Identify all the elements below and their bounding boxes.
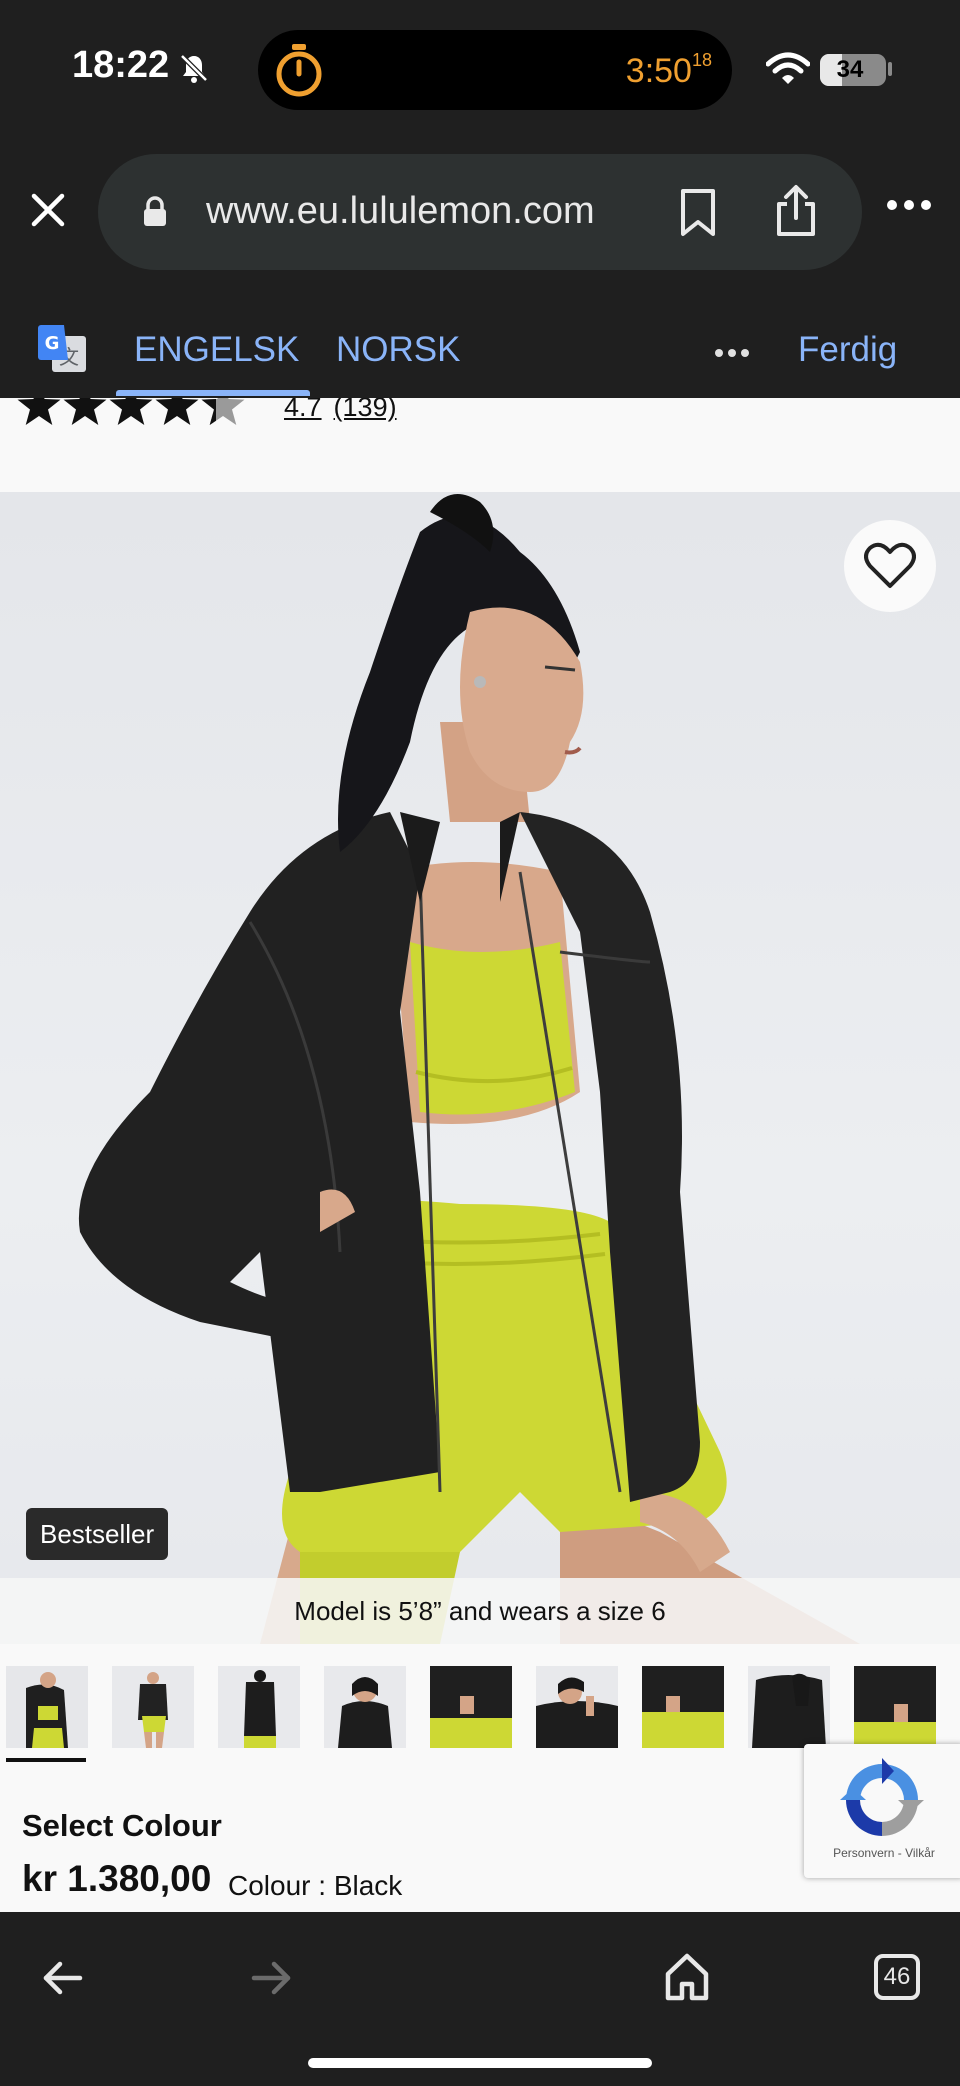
thumbnail[interactable] bbox=[218, 1666, 300, 1748]
web-page: 4.7 (139) Bestseller Model is 5’8” and w… bbox=[0, 398, 960, 1912]
heart-icon bbox=[864, 542, 916, 588]
thumbnail[interactable] bbox=[748, 1666, 830, 1748]
product-photo-illustration bbox=[78, 494, 860, 1644]
thumbnail[interactable] bbox=[324, 1666, 406, 1748]
tab-switcher-button[interactable]: 46 bbox=[874, 1954, 920, 2000]
product-price: kr 1.380,00 bbox=[22, 1858, 212, 1899]
url-text[interactable]: www.eu.lululemon.com bbox=[206, 190, 595, 233]
thumbnail[interactable] bbox=[430, 1666, 512, 1748]
bell-muted-icon bbox=[180, 54, 208, 83]
close-icon[interactable] bbox=[28, 190, 68, 230]
status-time: 18:22 bbox=[72, 44, 170, 86]
dynamic-island[interactable]: 3:5018 bbox=[258, 30, 732, 110]
product-image[interactable]: Bestseller Model is 5’8” and wears a siz… bbox=[0, 492, 960, 1644]
favorite-button[interactable] bbox=[844, 520, 936, 612]
recaptcha-widget[interactable]: Personvern - Vilkår bbox=[804, 1744, 960, 1878]
battery-indicator: 34 bbox=[820, 54, 886, 86]
thumbnail[interactable] bbox=[536, 1666, 618, 1748]
tab-source-language[interactable]: ENGELSK bbox=[134, 330, 299, 370]
rating-value[interactable]: 4.7 bbox=[284, 398, 322, 422]
done-button[interactable]: Ferdig bbox=[798, 330, 897, 370]
selected-colour-label: Colour : Black bbox=[228, 1870, 403, 1901]
translate-bar: 文 G ENGELSK NORSK Ferdig bbox=[0, 290, 960, 398]
more-icon[interactable] bbox=[886, 198, 932, 212]
browser-url-row: www.eu.lululemon.com bbox=[0, 140, 960, 290]
tab-target-language[interactable]: NORSK bbox=[336, 330, 460, 370]
address-bar[interactable]: www.eu.lululemon.com bbox=[98, 154, 862, 270]
battery-level: 34 bbox=[836, 56, 864, 83]
svg-text:G: G bbox=[45, 333, 60, 354]
thumbnail[interactable] bbox=[112, 1666, 194, 1748]
rating-summary[interactable]: 4.7 (139) bbox=[284, 398, 397, 423]
select-colour-heading: Select Colour bbox=[22, 1808, 222, 1843]
rating-stars bbox=[17, 398, 245, 425]
active-thumbnail-indicator bbox=[6, 1758, 86, 1762]
timer-icon bbox=[276, 44, 322, 97]
home-indicator bbox=[308, 2058, 652, 2068]
bookmark-icon[interactable] bbox=[678, 188, 718, 238]
lock-icon bbox=[144, 196, 166, 226]
wifi-icon bbox=[766, 52, 810, 84]
rating-count[interactable]: (139) bbox=[334, 398, 397, 422]
recaptcha-icon bbox=[840, 1758, 924, 1836]
home-icon[interactable] bbox=[664, 1952, 710, 2002]
status-bar: 18:22 3:5018 34 bbox=[0, 0, 960, 140]
active-tab-indicator bbox=[116, 390, 310, 396]
back-arrow-icon[interactable] bbox=[40, 1956, 84, 2000]
share-icon[interactable] bbox=[774, 184, 818, 238]
forward-arrow-icon[interactable] bbox=[250, 1956, 294, 2000]
translate-options-icon[interactable] bbox=[714, 348, 750, 358]
thumbnail[interactable] bbox=[6, 1666, 88, 1748]
screen: 18:22 3:5018 34 www.eu.lululemon.com 文 G… bbox=[0, 0, 960, 2086]
google-translate-icon[interactable]: 文 G bbox=[36, 324, 88, 374]
recaptcha-terms[interactable]: Personvern - Vilkår bbox=[804, 1846, 960, 1860]
thumbnail[interactable] bbox=[854, 1666, 936, 1748]
timer-readout: 3:5018 bbox=[625, 50, 712, 90]
thumbnail[interactable] bbox=[642, 1666, 724, 1748]
bestseller-badge: Bestseller bbox=[26, 1508, 169, 1560]
battery-tip bbox=[888, 62, 892, 76]
model-size-caption: Model is 5’8” and wears a size 6 bbox=[0, 1578, 960, 1644]
browser-toolbar: 46 bbox=[0, 1912, 960, 2086]
